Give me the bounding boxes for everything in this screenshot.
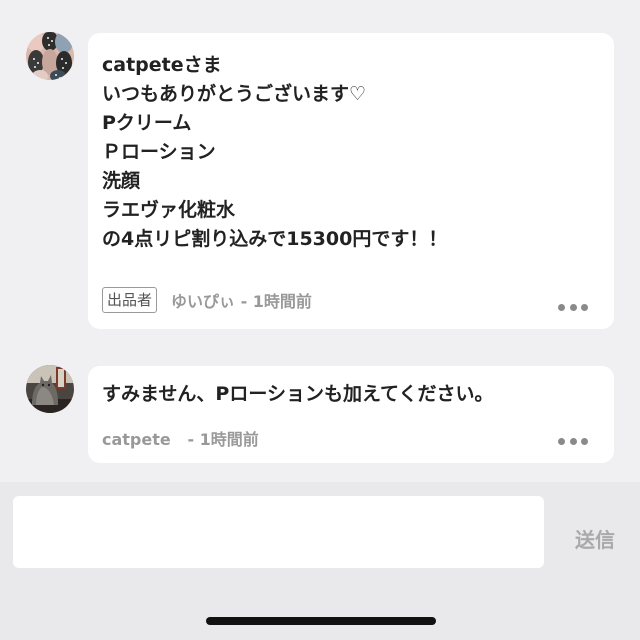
- home-indicator[interactable]: [206, 617, 436, 625]
- comment-card: すみません、Pローションも加えてください。 catpete - 1時間前: [88, 366, 614, 463]
- comment-body: すみません、Pローションも加えてください。: [102, 380, 493, 409]
- comment-input[interactable]: [13, 496, 544, 568]
- comment-line: 洗顔: [102, 170, 141, 192]
- comment-meta: catpete - 1時間前: [102, 426, 259, 450]
- reply-bar: 送信: [0, 482, 640, 640]
- comment-author-time[interactable]: catpete - 1時間前: [102, 426, 259, 450]
- comment-line: catpeteさま: [102, 54, 222, 76]
- comment-line: すみません、Pローションも加えてください。: [102, 383, 494, 405]
- comment-line: の4点リピ割り込みで15300円です！！: [102, 228, 448, 250]
- comment-line: Ｐローション: [102, 141, 216, 163]
- comment-meta: 出品者 ゆいぴぃ - 1時間前: [102, 287, 312, 313]
- comment-thread: catpeteさま いつもありがとうございます♡ Pクリーム Ｐローション 洗顔…: [0, 0, 640, 482]
- more-dots-icon[interactable]: [558, 303, 588, 311]
- comment-line: ラエヴァ化粧水: [102, 199, 236, 221]
- send-button[interactable]: 送信: [566, 524, 624, 552]
- cat-photo-avatar-icon: [26, 365, 74, 413]
- comment-line: いつもありがとうございます♡: [102, 83, 367, 105]
- avatar[interactable]: [26, 365, 74, 413]
- patterned-fabric-avatar-icon: [26, 32, 74, 80]
- comment-body: catpeteさま いつもありがとうございます♡ Pクリーム Ｐローション 洗顔…: [102, 51, 447, 254]
- more-dots-icon[interactable]: [558, 437, 588, 445]
- comment-author-time[interactable]: ゆいぴぃ - 1時間前: [171, 288, 312, 312]
- comment-line: Pクリーム: [102, 112, 192, 134]
- avatar[interactable]: [26, 32, 74, 80]
- comment-card: catpeteさま いつもありがとうございます♡ Pクリーム Ｐローション 洗顔…: [88, 33, 614, 329]
- seller-badge: 出品者: [102, 287, 158, 313]
